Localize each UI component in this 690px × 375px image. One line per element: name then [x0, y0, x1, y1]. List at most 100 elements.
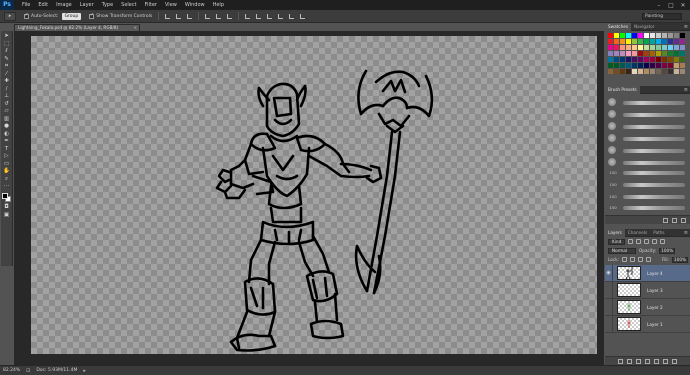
color-swatch[interactable] — [638, 39, 643, 44]
panel-menu-icon[interactable]: ≡ — [684, 87, 688, 93]
color-swatch[interactable] — [614, 51, 619, 56]
color-swatch[interactable] — [668, 33, 673, 38]
adjustment-filter-icon[interactable] — [636, 239, 642, 244]
color-swatch[interactable] — [650, 63, 655, 68]
align-center-icon[interactable] — [216, 13, 222, 19]
color-swatch[interactable] — [662, 63, 667, 68]
color-swatch[interactable] — [674, 51, 679, 56]
status-menu-arrow-icon[interactable]: ▸ — [83, 368, 86, 374]
color-swatch[interactable] — [626, 51, 631, 56]
color-swatch[interactable] — [668, 63, 673, 68]
color-swatch[interactable] — [632, 39, 637, 44]
foreground-color[interactable] — [1, 192, 8, 199]
quick-mask-icon[interactable]: ◘ — [3, 204, 11, 210]
menu-edit[interactable]: Edit — [34, 0, 52, 10]
zoom-tool-icon[interactable]: ⌕ — [3, 176, 11, 182]
type-tool-icon[interactable]: T — [3, 146, 11, 152]
add-mask-icon[interactable] — [636, 358, 641, 364]
clone-stamp-tool-icon[interactable]: ⊥ — [3, 93, 11, 99]
color-swatch[interactable] — [674, 63, 679, 68]
color-swatch[interactable] — [608, 45, 613, 50]
color-swatch[interactable] — [608, 69, 613, 74]
opacity-input[interactable]: 100% — [659, 247, 676, 254]
color-swatch[interactable] — [638, 69, 643, 74]
minimize-icon[interactable]: – — [654, 2, 664, 9]
brush-preset[interactable] — [608, 146, 616, 154]
brush-preset[interactable] — [608, 122, 616, 130]
align-right-icon[interactable] — [227, 13, 233, 19]
menu-layer[interactable]: Layer — [76, 0, 98, 10]
color-swatch[interactable] — [638, 33, 643, 38]
color-swatch[interactable] — [608, 63, 613, 68]
color-swatch[interactable] — [632, 51, 637, 56]
panel-menu-icon[interactable]: ≡ — [684, 24, 688, 30]
color-swatch[interactable] — [614, 39, 619, 44]
color-swatch[interactable] — [632, 69, 637, 74]
menu-view[interactable]: View — [161, 0, 181, 10]
menu-file[interactable]: File — [18, 0, 34, 10]
brush-preset[interactable] — [608, 110, 616, 118]
color-swatch[interactable] — [614, 63, 619, 68]
color-swatch[interactable] — [650, 33, 655, 38]
close-icon[interactable]: ✕ — [678, 2, 688, 9]
kind-filter-dropdown[interactable]: Kind — [608, 238, 626, 245]
color-swatch[interactable] — [632, 57, 637, 62]
type-filter-icon[interactable] — [644, 239, 650, 244]
color-swatch[interactable] — [638, 57, 643, 62]
shape-filter-icon[interactable] — [652, 239, 658, 244]
color-swatch[interactable] — [614, 45, 619, 50]
distribute-middle-icon[interactable] — [256, 13, 262, 19]
blend-mode-dropdown[interactable]: Normal — [608, 247, 636, 254]
distribute-left-icon[interactable] — [278, 13, 284, 19]
document-tab[interactable]: Lightning_Fokala.psd @ 82.2% (Layer 4, R… — [14, 24, 140, 31]
brush-preset[interactable] — [608, 134, 616, 142]
color-swatch[interactable] — [620, 33, 625, 38]
new-preset-icon[interactable] — [672, 217, 677, 223]
tab-brush-presets[interactable]: Brush Presets — [605, 85, 640, 94]
panel-menu-icon[interactable]: ≡ — [684, 230, 688, 236]
tab-navigator[interactable]: Navigator — [631, 23, 658, 31]
status-nav-icon[interactable]: ⊡ — [26, 368, 30, 374]
brush-preset[interactable]: 150 — [608, 205, 618, 210]
color-swatch[interactable] — [626, 45, 631, 50]
color-swatch[interactable] — [614, 57, 619, 62]
menu-type[interactable]: Type — [98, 0, 117, 10]
maximize-icon[interactable]: □ — [666, 2, 676, 9]
color-swatch[interactable] — [632, 63, 637, 68]
color-swatch[interactable] — [674, 39, 679, 44]
tab-layers[interactable]: Layers — [605, 228, 625, 237]
color-swatch[interactable] — [656, 33, 661, 38]
brush-preset[interactable]: 150 — [608, 170, 618, 175]
color-swatch[interactable] — [680, 33, 685, 38]
gradient-tool-icon[interactable]: ▥ — [3, 116, 11, 122]
color-swatch[interactable] — [620, 69, 625, 74]
brush-preset[interactable]: 100 — [608, 194, 618, 199]
menu-window[interactable]: Window — [181, 0, 209, 10]
color-swatch[interactable] — [608, 51, 613, 56]
brush-panel-toggle-icon[interactable] — [663, 217, 668, 223]
doc-info[interactable]: Doc: 5.93M/11.4M — [36, 368, 77, 373]
crop-tool-icon[interactable]: ⌗ — [3, 63, 11, 69]
history-brush-tool-icon[interactable]: ↺ — [3, 101, 11, 107]
brush-preset[interactable] — [608, 98, 616, 106]
quick-select-tool-icon[interactable]: ✎ — [3, 56, 11, 62]
move-tool-icon[interactable]: ➤ — [3, 33, 11, 39]
lock-all-icon[interactable] — [645, 257, 651, 262]
color-swatch[interactable] — [680, 57, 685, 62]
align-bottom-icon[interactable] — [187, 13, 193, 19]
color-swatch[interactable] — [644, 51, 649, 56]
color-swatch[interactable] — [680, 51, 685, 56]
menu-image[interactable]: Image — [52, 0, 76, 10]
color-swatch[interactable] — [620, 63, 625, 68]
color-swatch[interactable] — [656, 69, 661, 74]
color-swatch[interactable] — [668, 51, 673, 56]
color-swatch[interactable] — [656, 45, 661, 50]
new-layer-icon[interactable] — [663, 358, 668, 364]
lock-pixels-icon[interactable] — [629, 257, 635, 262]
color-swatch[interactable] — [608, 39, 613, 44]
delete-preset-icon[interactable] — [681, 217, 686, 223]
lock-transparency-icon[interactable] — [621, 257, 627, 262]
shape-tool-icon[interactable]: ▭ — [3, 161, 11, 167]
color-swatch[interactable] — [656, 51, 661, 56]
workspace-dropdown[interactable]: Painting — [642, 12, 682, 20]
